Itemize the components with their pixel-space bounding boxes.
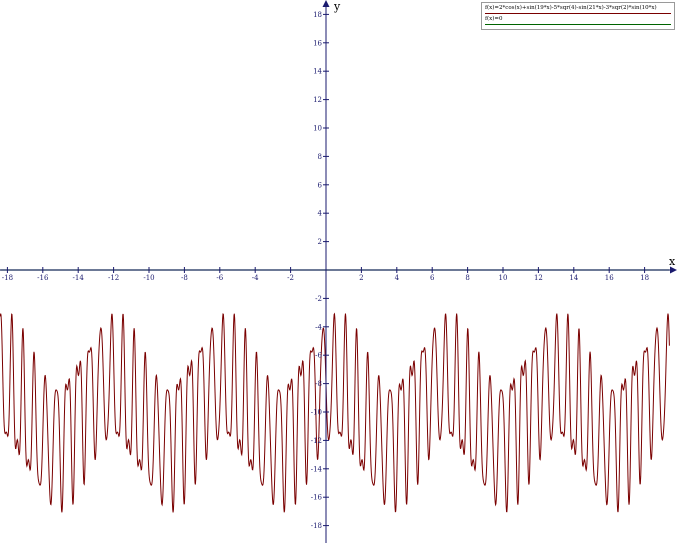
y-tick-label: 16 bbox=[313, 39, 322, 47]
y-tick-label: -2 bbox=[315, 295, 322, 303]
x-tick-label: 10 bbox=[499, 274, 508, 282]
x-tick-label: 4 bbox=[395, 274, 400, 282]
x-tick-label: -8 bbox=[181, 274, 188, 282]
y-tick-label: 4 bbox=[318, 210, 323, 218]
y-tick-label: 18 bbox=[313, 11, 322, 19]
y-tick-label: -16 bbox=[311, 494, 323, 502]
x-tick-label: 12 bbox=[534, 274, 543, 282]
y-tick-label: 2 bbox=[318, 238, 322, 246]
x-tick-label: 8 bbox=[465, 274, 469, 282]
x-tick-label: -14 bbox=[73, 274, 85, 282]
curve-layer bbox=[0, 269, 670, 513]
y-tick-label: -14 bbox=[311, 465, 323, 473]
x-tick-label: 14 bbox=[569, 274, 578, 282]
x-tick-label: 6 bbox=[430, 274, 435, 282]
legend-entry-zero: f(x)=0 bbox=[485, 16, 503, 22]
x-tick-label: -2 bbox=[287, 274, 294, 282]
legend: f(x)=2*cos(x)+sin(19*x)-5*sqr(4)-sin(21*… bbox=[481, 2, 675, 30]
y-tick-label: 10 bbox=[313, 125, 322, 133]
legend-entry-f: f(x)=2*cos(x)+sin(19*x)-5*sqr(4)-sin(21*… bbox=[485, 5, 657, 11]
y-tick-label: -8 bbox=[315, 380, 322, 388]
legend-swatch-zero bbox=[485, 24, 671, 25]
x-tick-label: 16 bbox=[605, 274, 614, 282]
x-tick-label: -18 bbox=[2, 274, 13, 282]
axes-layer bbox=[0, 0, 677, 543]
chart-canvas: -18 -16 -14 -12 -10 -8 -6 -4 -2 2 4 6 8 10 12 14 16 18 18 1… bbox=[0, 0, 677, 543]
y-tick-label: 14 bbox=[313, 68, 322, 76]
y-tick-label: -18 bbox=[311, 522, 322, 530]
y-tick-label: 8 bbox=[318, 153, 322, 161]
x-tick-label: -16 bbox=[37, 274, 49, 282]
x-tick-label: -4 bbox=[252, 274, 259, 282]
x-tick-label: -6 bbox=[216, 274, 223, 282]
y-tick-label: 12 bbox=[313, 96, 322, 104]
x-tick-label: 2 bbox=[359, 274, 363, 282]
x-tick-label: -12 bbox=[108, 274, 119, 282]
series-f-line bbox=[0, 312, 670, 513]
y-tick-label: -4 bbox=[315, 323, 322, 331]
y-axis-arrow-icon bbox=[322, 0, 330, 7]
x-axis-title: x bbox=[669, 255, 676, 268]
x-tick-label: -10 bbox=[143, 274, 154, 282]
y-axis-title: y bbox=[333, 0, 341, 13]
x-tick-label: 18 bbox=[640, 274, 649, 282]
y-tick-label: -12 bbox=[311, 437, 322, 445]
y-tick-label: -6 bbox=[315, 352, 322, 360]
legend-swatch-f bbox=[485, 13, 671, 14]
y-tick-label: 6 bbox=[318, 181, 323, 189]
y-tick-label: -10 bbox=[311, 409, 322, 417]
